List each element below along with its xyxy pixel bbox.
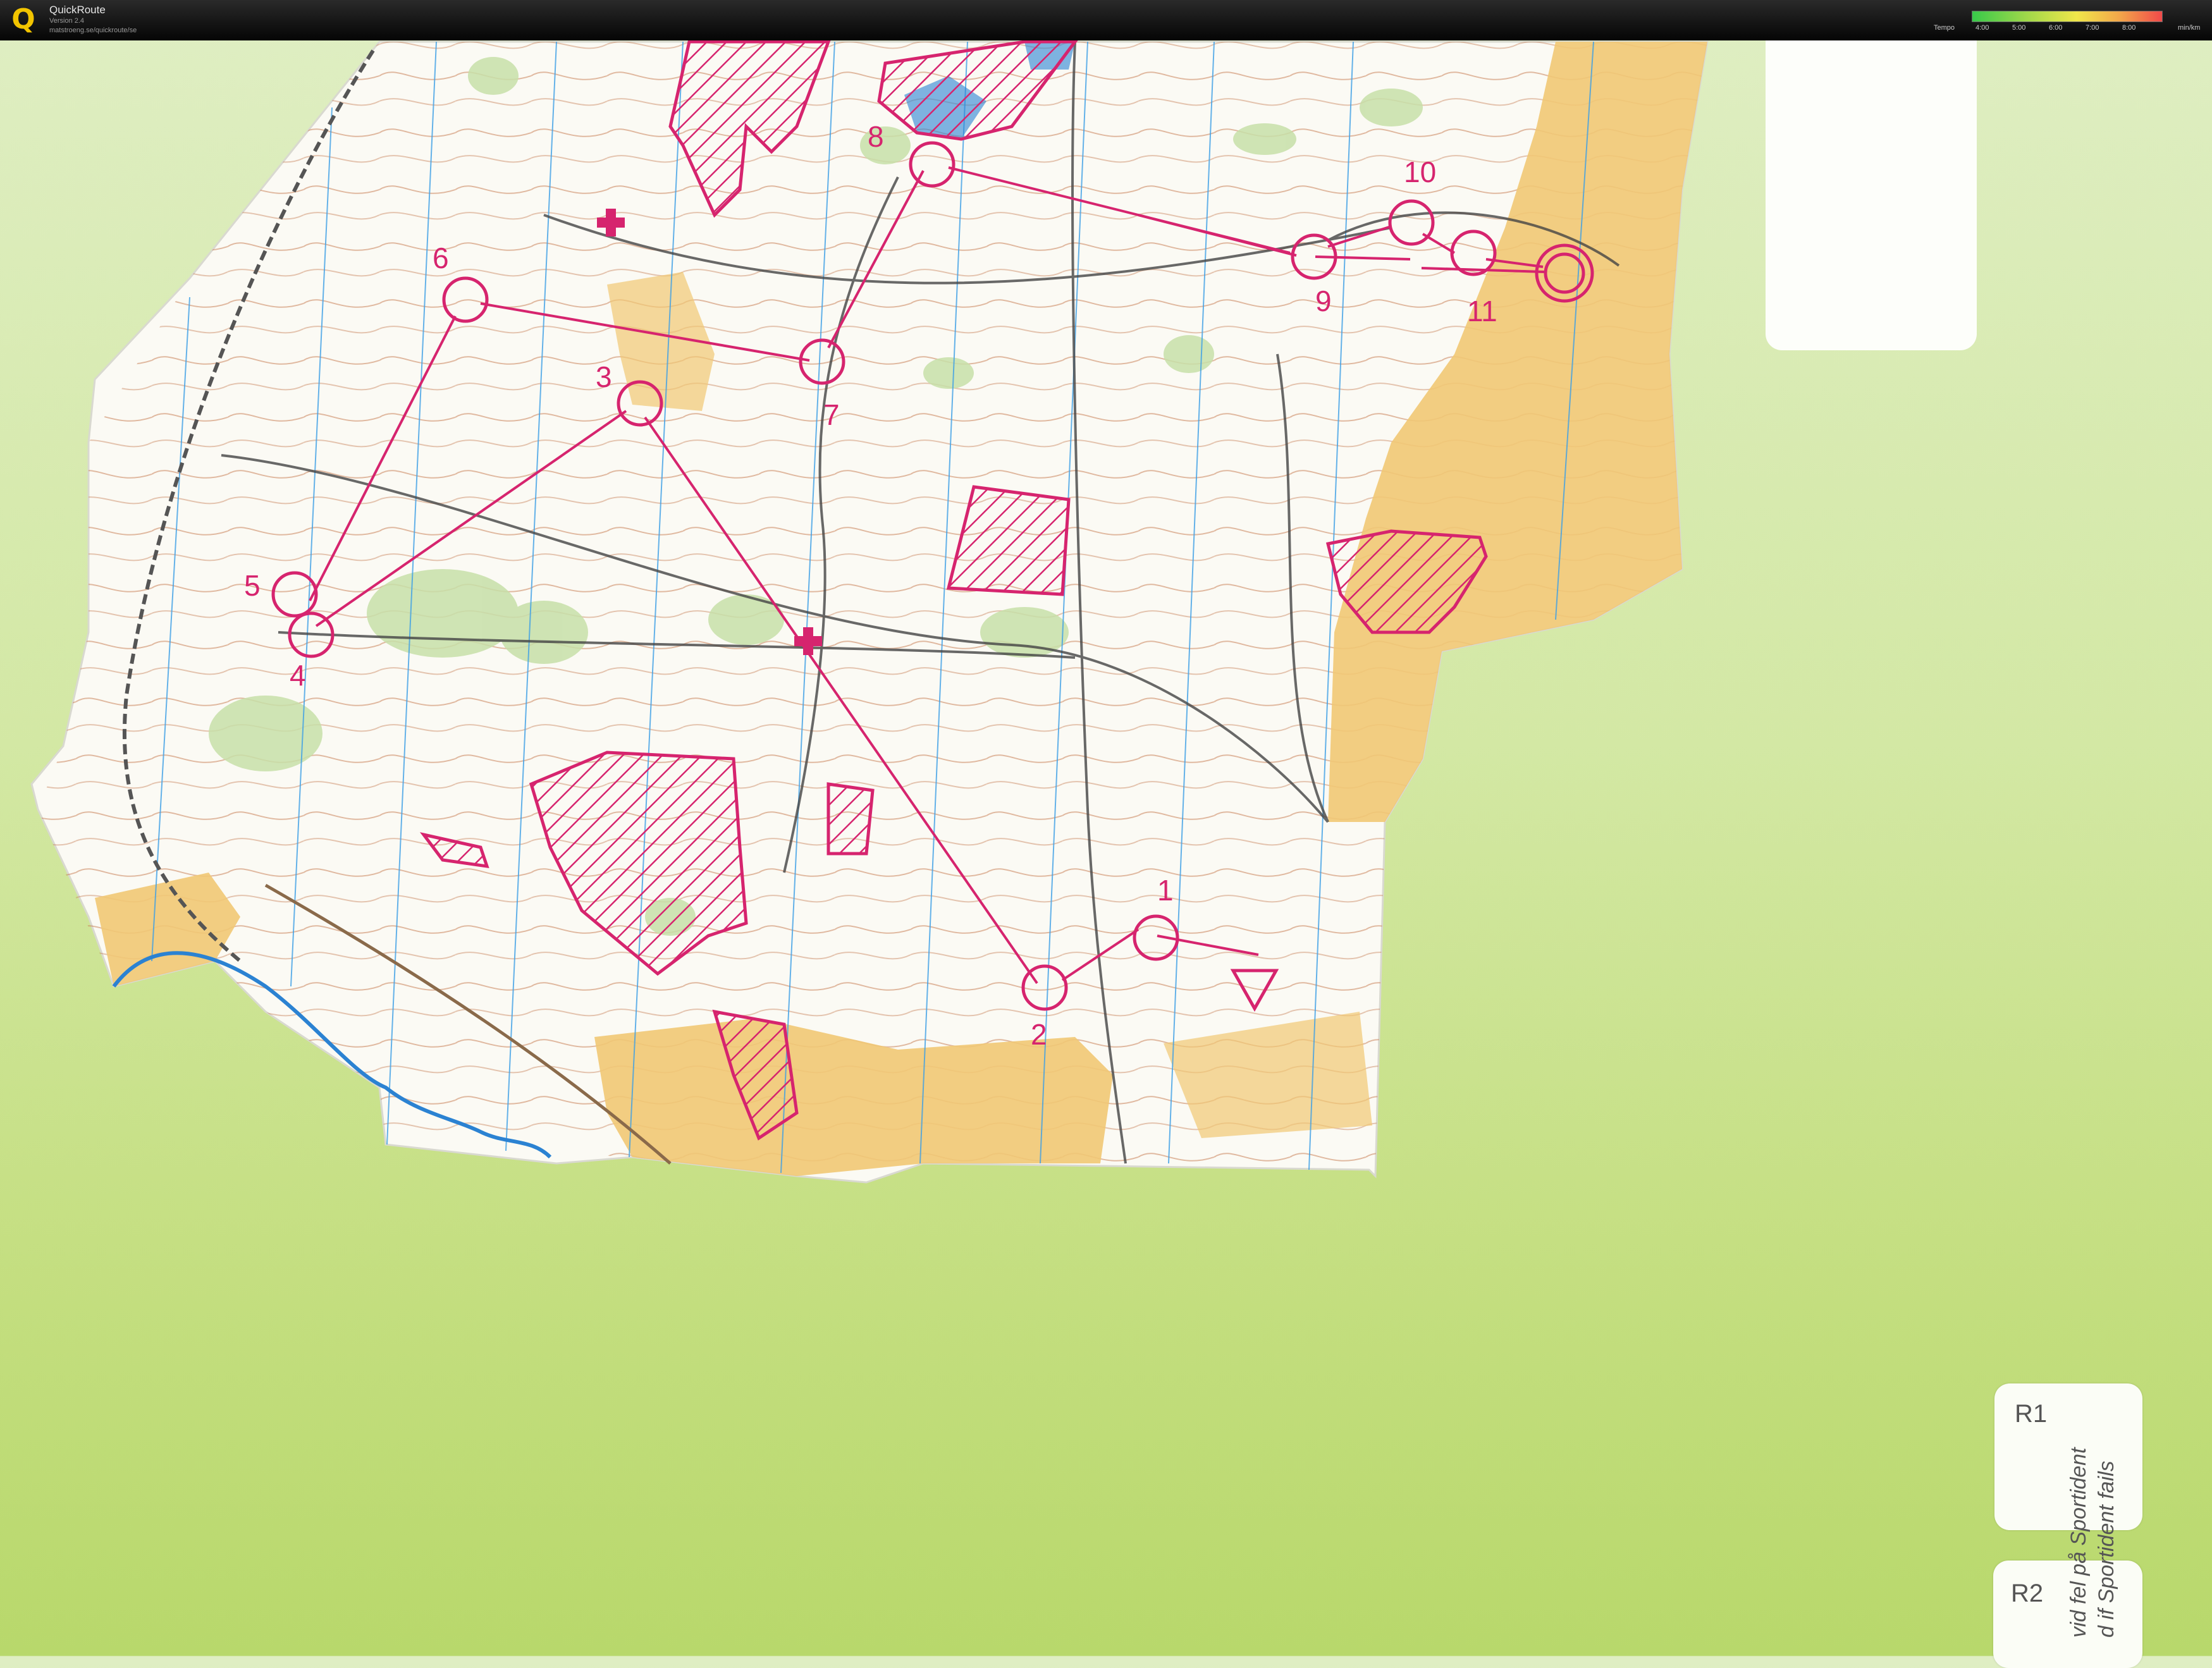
tempo-tick: 8:00 (2122, 24, 2136, 32)
control-number: 7 (823, 398, 840, 431)
control-number: 5 (244, 569, 261, 602)
control-number: 6 (433, 242, 449, 274)
control-number: 10 (1404, 156, 1436, 188)
control-number: 8 (868, 120, 884, 153)
app-version: Version 2.4 (49, 17, 85, 25)
tempo-tick: 4:00 (1975, 24, 1989, 32)
tempo-color-scale (1972, 11, 2163, 22)
tempo-unit: min/km (2178, 24, 2201, 32)
sportident-fail-text-se: vid fel på Sportident (2067, 1447, 2091, 1638)
tempo-label: Tempo (1934, 24, 1955, 32)
quickroute-logo-icon: Q (11, 3, 35, 35)
control-number: 4 (290, 659, 306, 692)
control-number: 1 (1157, 874, 1174, 907)
sportident-fail-text-en: d if Sportident fails (2094, 1461, 2118, 1638)
orienteering-map[interactable]: 1 2 3 4 5 6 7 8 9 10 11 (0, 40, 2212, 1656)
control-number: 2 (1031, 1018, 1047, 1051)
card-label-r2: R2 (2011, 1579, 2044, 1607)
control-number: 9 (1315, 285, 1332, 317)
tempo-tick: 5:00 (2012, 24, 2026, 32)
control-number: 3 (596, 360, 612, 393)
tempo-tick: 6:00 (2049, 24, 2063, 32)
app-url: matstroeng.se/quickroute/se (49, 27, 137, 34)
tempo-tick: 7:00 (2086, 24, 2099, 32)
app-title: QuickRoute (49, 4, 106, 16)
control-number: 11 (1467, 295, 1497, 328)
card-label-r1: R1 (2015, 1400, 2048, 1428)
forbidden-area (826, 782, 875, 855)
app-header: Q QuickRoute Version 2.4 matstroeng.se/q… (0, 0, 2212, 40)
